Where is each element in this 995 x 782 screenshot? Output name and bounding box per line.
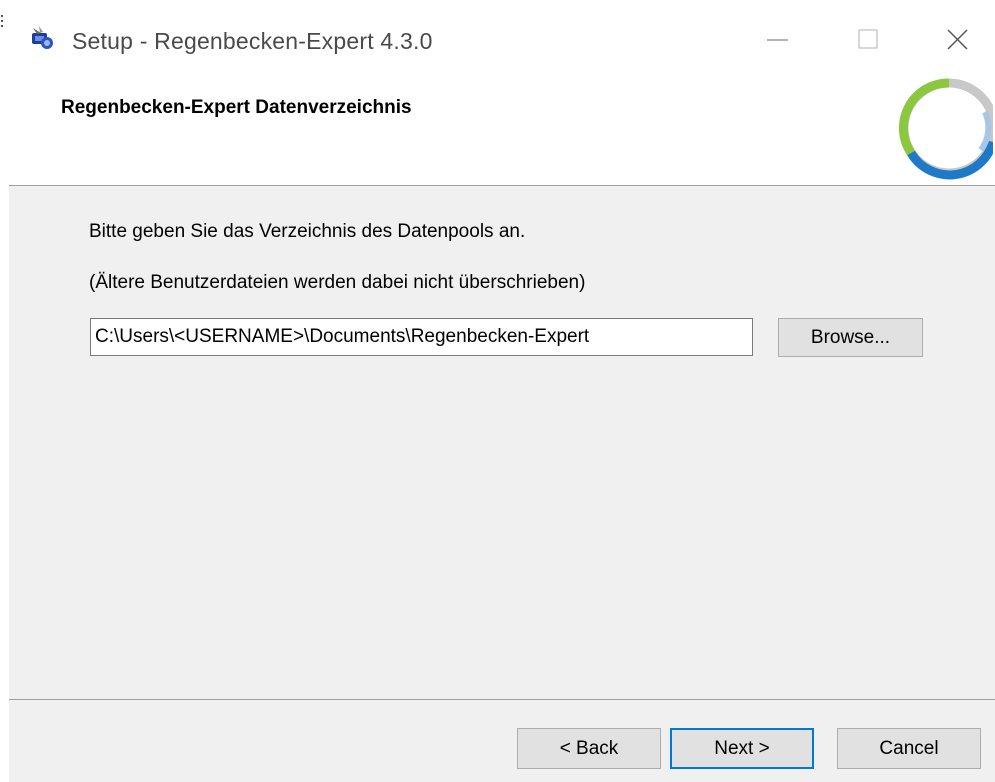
title-bar: Setup - Regenbecken-Expert 4.3.0 bbox=[9, 0, 995, 85]
maximize-icon bbox=[858, 29, 878, 49]
wizard-header: Regenbecken-Expert Datenverzeichnis bbox=[9, 78, 995, 186]
minimize-button[interactable] bbox=[755, 20, 801, 60]
setup-window: Setup - Regenbecken-Expert 4.3.0 Regenbe… bbox=[9, 0, 995, 782]
next-button[interactable]: Next > bbox=[670, 728, 814, 769]
window-title: Setup - Regenbecken-Expert 4.3.0 bbox=[72, 28, 433, 54]
edge-dots bbox=[1, 15, 3, 29]
data-directory-input[interactable] bbox=[90, 318, 753, 356]
ring-logo-icon bbox=[893, 72, 995, 182]
directory-prompt-text: Bitte geben Sie das Verzeichnis des Date… bbox=[89, 221, 526, 242]
setup-app-icon bbox=[29, 24, 55, 50]
browse-button[interactable]: Browse... bbox=[778, 318, 923, 357]
page-title: Regenbecken-Expert Datenverzeichnis bbox=[61, 97, 412, 118]
overwrite-hint-text: (Ältere Benutzerdateien werden dabei nic… bbox=[89, 272, 586, 293]
close-icon bbox=[947, 29, 968, 50]
cancel-button[interactable]: Cancel bbox=[837, 728, 981, 769]
minimize-icon bbox=[767, 39, 788, 41]
maximize-button[interactable] bbox=[845, 20, 891, 60]
close-button[interactable] bbox=[935, 20, 981, 60]
footer-divider bbox=[9, 699, 995, 700]
left-window-edge bbox=[0, 0, 9, 782]
back-button[interactable]: < Back bbox=[517, 728, 661, 769]
